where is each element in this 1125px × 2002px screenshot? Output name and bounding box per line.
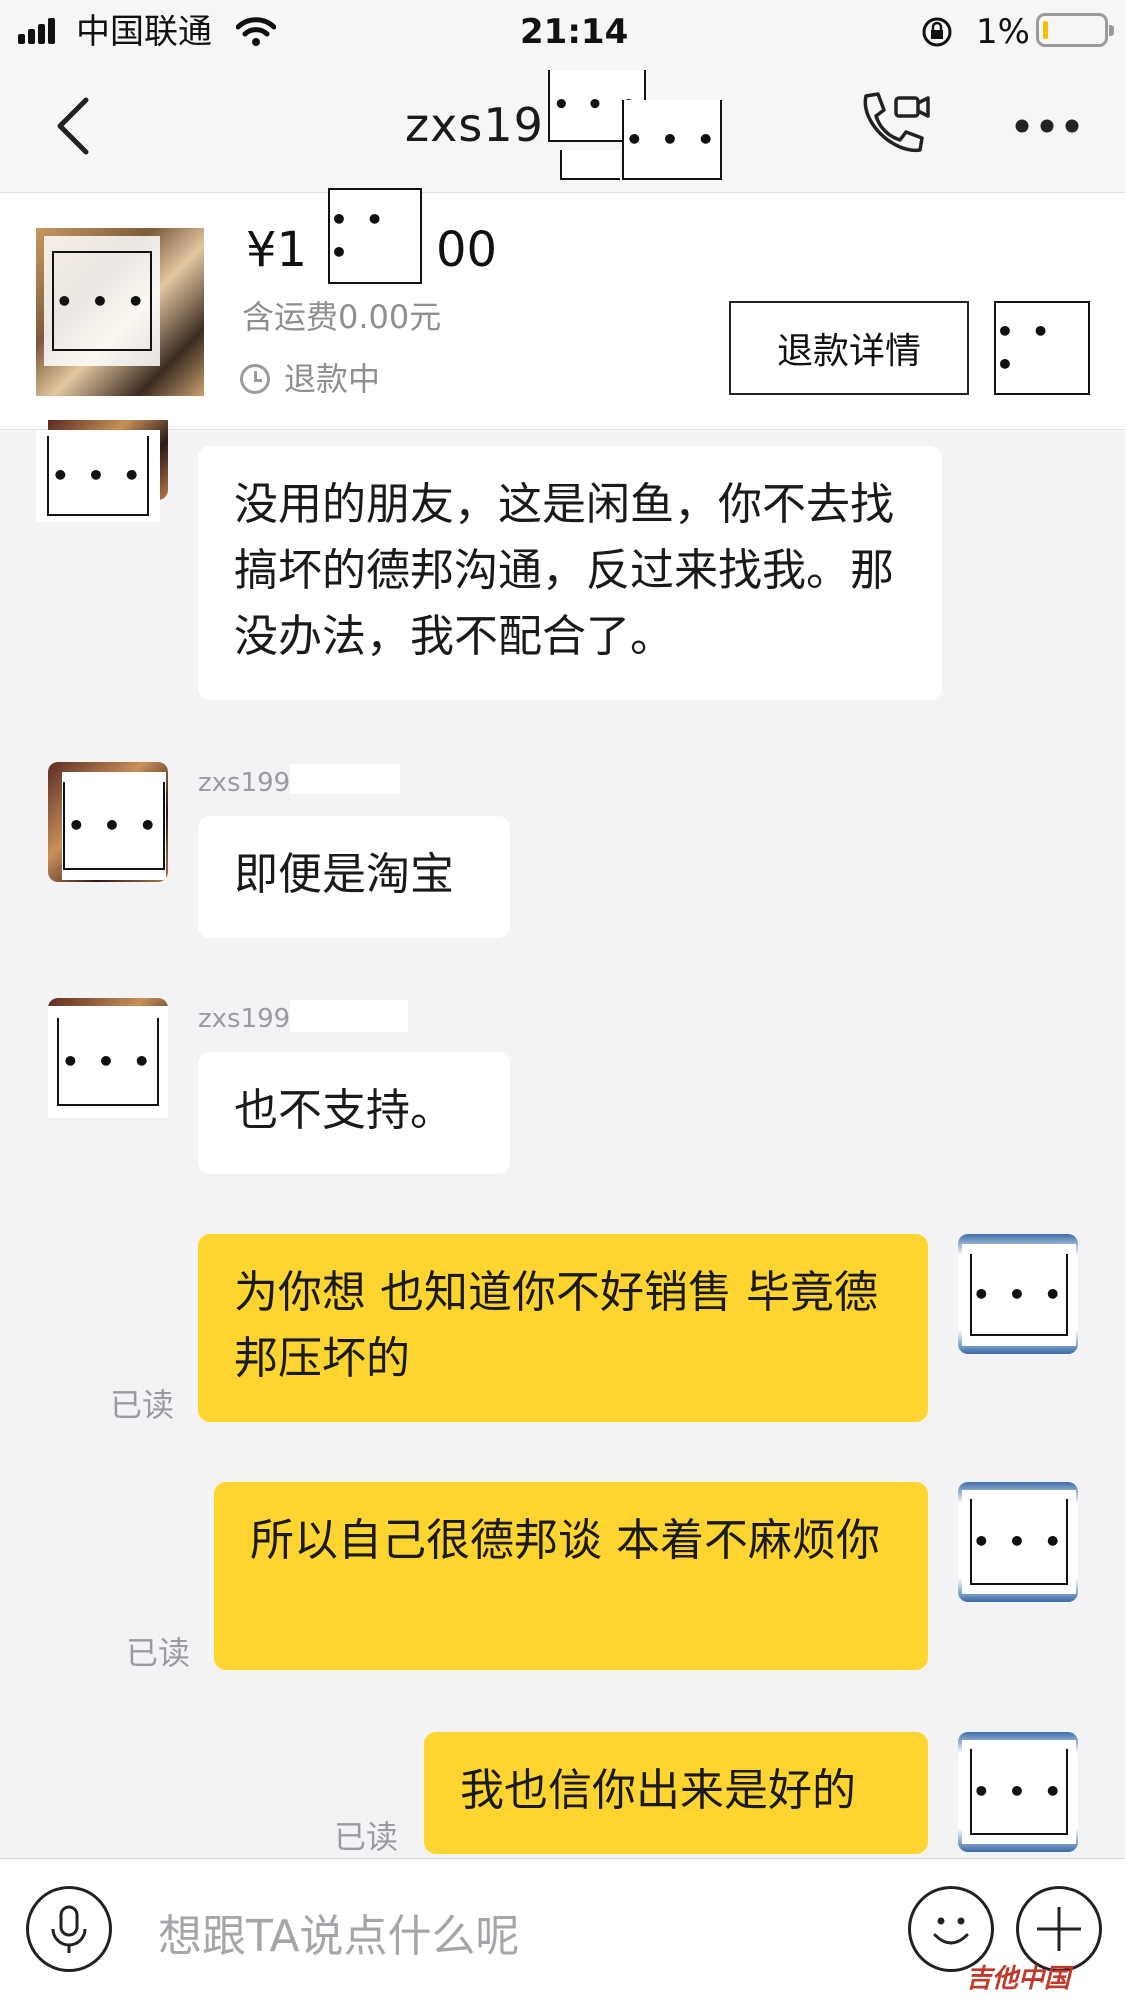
message-input[interactable]: 想跟TA说点什么呢 [158, 1900, 520, 1964]
plus-icon [1037, 1907, 1081, 1951]
battery-icon [1036, 13, 1114, 47]
more-options-button[interactable]: • • • [994, 301, 1090, 395]
message-bubble[interactable]: 为你想 也知道你不好销售 毕竟德邦压坏的 [198, 1234, 928, 1422]
redaction-box-inner: • • • [970, 1254, 1068, 1336]
redaction-box: • • • [44, 236, 160, 366]
smiley-icon [933, 1917, 969, 1945]
redaction-box: • • • [62, 772, 166, 880]
redaction-box-inner: • • • [52, 251, 152, 351]
message-bubble[interactable]: 即便是淘宝 [198, 816, 510, 938]
redaction-box: • • • [962, 1490, 1076, 1594]
message-bubble[interactable]: 所以自己很德邦谈 本着不麻烦你 [214, 1482, 928, 1670]
signal-icon [18, 18, 58, 44]
voice-button[interactable] [26, 1886, 112, 1972]
redaction-patch [290, 764, 400, 794]
redaction-box: • • • [36, 430, 160, 522]
message-bubble[interactable]: 也不支持。 [198, 1052, 510, 1174]
rotation-lock-icon [922, 17, 952, 47]
clock-icon [240, 364, 270, 394]
redaction-patch [290, 1000, 408, 1032]
watermark: 吉他中国 [966, 1964, 1071, 1994]
call-video-icon[interactable] [854, 90, 930, 160]
wifi-icon [236, 17, 276, 46]
message-bubble[interactable]: 没用的朋友，这是闲鱼，你不去找搞坏的德邦沟通，反过来找我。那没办法，我不配合了。 [198, 446, 942, 700]
clock-time: 21:14 [520, 12, 629, 52]
shipping-fee: 含运费0.00元 [242, 298, 442, 336]
sender-name: zxs199 [198, 768, 291, 798]
redaction-box: • • • [48, 1006, 168, 1118]
battery-percent: 1% [976, 12, 1030, 52]
refund-details-button[interactable]: 退款详情 [729, 301, 969, 395]
sender-name: zxs199 [198, 1004, 291, 1034]
more-icon[interactable] [1014, 118, 1080, 134]
carrier-label: 中国联通 [76, 12, 212, 52]
redaction-box-inner: • • • [63, 782, 165, 870]
redaction-box: • • • [962, 1740, 1076, 1844]
order-status: 退款中 [284, 360, 381, 398]
chat-title: zxs19 [405, 98, 544, 152]
redaction-box: • • • [328, 188, 422, 284]
redaction-box: • • • [962, 1244, 1076, 1346]
redaction-box [560, 150, 620, 180]
read-receipt: 已读 [126, 1634, 191, 1672]
redaction-box: • • • [622, 100, 722, 180]
redaction-box-inner: • • • [970, 1499, 1068, 1585]
price-prefix: ¥1 [246, 222, 308, 278]
microphone-icon [51, 1905, 87, 1953]
read-receipt: 已读 [334, 1818, 399, 1856]
back-icon[interactable] [52, 96, 92, 156]
redaction-box-inner: • • • [57, 1018, 159, 1106]
read-receipt: 已读 [110, 1386, 175, 1424]
redaction-box-inner: • • • [47, 436, 149, 516]
price-suffix: 00 [436, 222, 498, 278]
message-bubble[interactable]: 我也信你出来是好的 [424, 1732, 928, 1854]
redaction-box-inner: • • • [970, 1749, 1068, 1835]
